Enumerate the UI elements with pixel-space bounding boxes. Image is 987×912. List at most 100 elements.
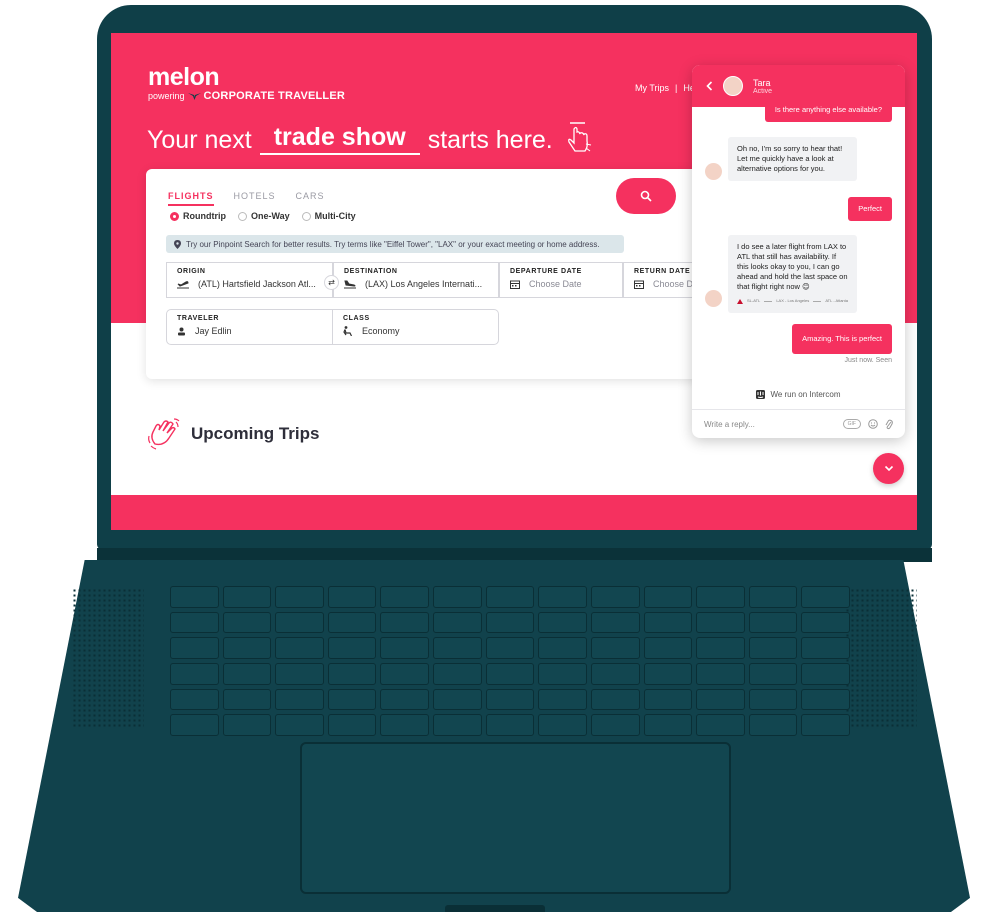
- keyboard-key: [327, 662, 377, 685]
- intercom-icon: [756, 390, 766, 399]
- agent-status: Active: [753, 87, 773, 95]
- destination-label: DESTINATION: [344, 268, 398, 275]
- radio-label: Roundtrip: [183, 211, 226, 221]
- seen-status: Just now. Seen: [844, 357, 892, 364]
- emoji-icon[interactable]: [868, 419, 878, 429]
- origin-field[interactable]: ORIGIN (ATL) Hartsfield Jackson Atl... ⇄: [166, 262, 339, 298]
- keyboard-key: [170, 611, 219, 634]
- keyboard-key: [275, 586, 324, 608]
- back-chevron-icon[interactable]: [706, 81, 713, 91]
- keyboard-key: [485, 688, 535, 711]
- keyboard-key: [380, 714, 430, 736]
- chat-toggle-button[interactable]: [873, 453, 904, 484]
- flight-route-line: [764, 300, 773, 302]
- keyboard-key: [748, 714, 798, 736]
- calendar-icon: [634, 280, 644, 289]
- keyboard-key: [170, 637, 219, 659]
- flight-mid: LAX - Los Angeles: [776, 298, 810, 303]
- origin-label: ORIGIN: [177, 268, 206, 275]
- keyboard: [170, 586, 850, 736]
- keyboard-key: [590, 688, 640, 711]
- traveler-value: Jay Edlin: [195, 326, 232, 336]
- keyboard-key: [696, 637, 745, 659]
- radio-dot: [301, 211, 311, 221]
- keyboard-key: [222, 714, 272, 736]
- tab-flights[interactable]: FLIGHTS: [168, 191, 214, 206]
- trackpad: [300, 742, 731, 894]
- keyboard-key: [170, 586, 219, 608]
- reply-input[interactable]: Write a reply...: [704, 420, 843, 429]
- keyboard-key: [485, 611, 535, 634]
- pinpoint-tip: Try our Pinpoint Search for better resul…: [166, 235, 624, 253]
- departure-value-wrap: Choose Date: [510, 279, 612, 289]
- radio-multi-city[interactable]: Multi-City: [301, 211, 356, 221]
- nav-separator: |: [675, 83, 678, 93]
- keyboard-key: [485, 714, 535, 736]
- tab-cars[interactable]: CARS: [296, 191, 325, 206]
- chat-message-agent: Oh no, I'm so sorry to hear that! Let me…: [728, 137, 857, 181]
- tip-text: Try our Pinpoint Search for better resul…: [186, 239, 600, 249]
- keyboard-key: [748, 637, 798, 659]
- keyboard-key: [538, 611, 587, 634]
- keyboard-key: [696, 714, 745, 736]
- search-button[interactable]: [616, 178, 676, 214]
- plane-takeoff-icon: [177, 280, 189, 288]
- gif-button[interactable]: GIF: [842, 419, 861, 429]
- agent-avatar-small: [705, 163, 722, 180]
- keyboard-key: [696, 611, 745, 634]
- keyboard-key: [380, 637, 430, 659]
- location-pin-icon: [174, 239, 181, 249]
- chevron-down-icon: [884, 465, 893, 472]
- keyboard-key: [433, 637, 482, 659]
- flight-to: ATL - Atlanta: [825, 298, 848, 303]
- nav-my-trips[interactable]: My Trips: [635, 83, 669, 93]
- departure-date-field[interactable]: DEPARTURE DATE Choose Date: [499, 262, 623, 298]
- keyboard-key: [485, 637, 535, 659]
- keyboard-key: [538, 637, 587, 659]
- destination-field[interactable]: DESTINATION (LAX) Los Angeles Internati.…: [333, 262, 499, 298]
- flight-route-line: [813, 300, 822, 302]
- keyboard-key: [327, 611, 377, 634]
- chat-message-user: Amazing. This is perfect: [792, 324, 892, 354]
- search-tabs: FLIGHTS HOTELS CARS: [168, 191, 325, 206]
- flight-from: SL-ATL: [747, 298, 761, 303]
- brand-logo[interactable]: melon powering CORPORATE TRAVELLER: [148, 63, 345, 102]
- swap-icon[interactable]: ⇄: [324, 275, 339, 290]
- keyboard-key: [590, 611, 640, 634]
- radio-label: Multi-City: [314, 211, 356, 221]
- keyboard-key: [748, 688, 798, 711]
- radio-label: One-Way: [251, 211, 290, 221]
- radio-dot: [238, 211, 247, 221]
- keyboard-key: [275, 688, 324, 711]
- keyboard-key: [590, 586, 640, 608]
- upcoming-trips-section: Upcoming Trips: [147, 418, 319, 450]
- headline-after: starts here.: [427, 126, 553, 154]
- laptop-screen: melon powering CORPORATE TRAVELLER My Tr…: [111, 33, 917, 530]
- composer-actions: GIF: [842, 419, 893, 430]
- keyboard-key: [275, 714, 324, 736]
- chat-message-user: Is there anything else available?: [764, 101, 892, 122]
- radio-one-way[interactable]: One-Way: [238, 211, 290, 221]
- destination-value-wrap: (LAX) Los Angeles Internati...: [344, 279, 488, 289]
- attachment-icon[interactable]: [885, 419, 893, 430]
- keyboard-key: [380, 662, 430, 685]
- radio-roundtrip[interactable]: Roundtrip: [170, 211, 226, 221]
- intercom-credit[interactable]: We run on Intercom: [692, 390, 905, 399]
- traveler-field[interactable]: TRAVELER Jay Edlin: [166, 309, 333, 345]
- flight-fields-row: ORIGIN (ATL) Hartsfield Jackson Atl... ⇄…: [166, 262, 713, 298]
- keyboard-key: [748, 611, 798, 634]
- keyboard-key: [222, 586, 272, 608]
- keyboard-key: [380, 688, 430, 711]
- powering-label: powering: [148, 91, 185, 101]
- origin-value: (ATL) Hartsfield Jackson Atl...: [198, 279, 316, 289]
- flight-summary-card[interactable]: SL-ATL LAX - Los Angeles ATL - Atlanta: [737, 296, 848, 306]
- intercom-text: We run on Intercom: [770, 390, 841, 399]
- keyboard-key: [643, 611, 693, 634]
- tab-hotels[interactable]: HOTELS: [234, 191, 276, 206]
- speaker-grille-left: [72, 588, 144, 728]
- keyboard-key: [170, 662, 219, 685]
- headline-before: Your next: [147, 126, 252, 154]
- trip-type-options: Roundtrip One-Way Multi-City: [170, 211, 356, 221]
- keyboard-key: [696, 688, 745, 711]
- class-field[interactable]: CLASS Economy: [333, 309, 499, 345]
